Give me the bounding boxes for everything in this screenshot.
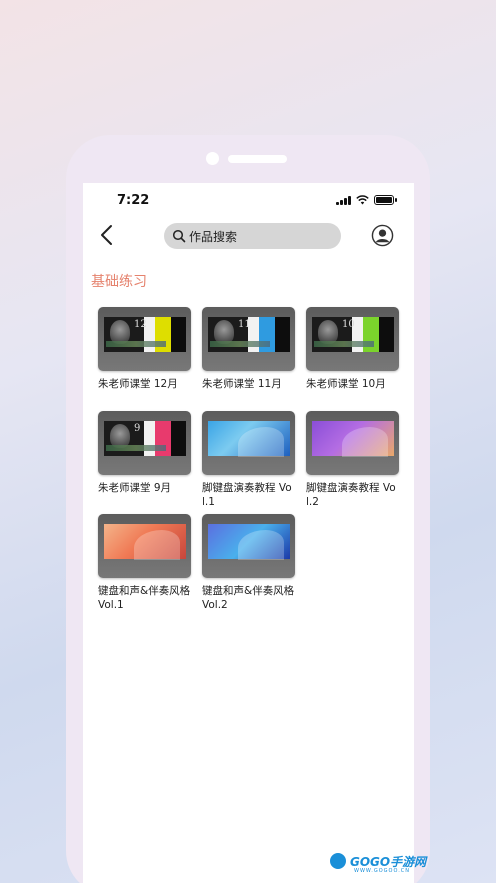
course-title: 朱老师课堂 9月 [98, 482, 172, 494]
watermark-logo: GOGO手游网 WWW.GOGOO.CN [328, 851, 427, 874]
course-title: 键盘和声&伴奏风格 Vol.2 [202, 585, 295, 611]
search-placeholder: 作品搜索 [189, 229, 238, 244]
course-card[interactable]: 脚键盘演奏教程 Vol.1 [202, 411, 296, 509]
course-title: 朱老师课堂 11月 [202, 378, 282, 390]
course-title: 朱老师课堂 10月 [306, 378, 386, 390]
search-icon [172, 229, 186, 243]
status-icons [336, 195, 397, 205]
course-card[interactable]: 脚键盘演奏教程 Vol.2 [306, 411, 400, 509]
course-cover [98, 514, 191, 578]
month-label: 9 [134, 423, 141, 434]
course-title: 朱老师课堂 12月 [98, 378, 178, 390]
month-label: 11 [238, 319, 251, 330]
course-cover [306, 411, 399, 475]
course-card[interactable]: 11 朱老师课堂 11月 [202, 307, 296, 391]
gogo-logo-icon [328, 851, 348, 871]
month-label: 12 [134, 319, 147, 330]
course-cover [202, 411, 295, 475]
course-cover: 11 [202, 307, 295, 371]
battery-icon [374, 195, 397, 205]
course-card[interactable]: 9 朱老师课堂 9月 [98, 411, 192, 495]
wifi-icon [356, 195, 369, 205]
watermark-text: GOGO手游网 [350, 854, 427, 869]
watermark-url: WWW.GOGOO.CN [354, 868, 411, 874]
course-card[interactable]: 10 朱老师课堂 10月 [306, 307, 400, 391]
month-label: 10 [342, 319, 355, 330]
speaker-bar [228, 155, 287, 163]
camera-dot [206, 152, 219, 165]
course-title: 脚键盘演奏教程 Vol.2 [306, 482, 396, 508]
course-cover: 12 [98, 307, 191, 371]
course-cover [202, 514, 295, 578]
course-title: 键盘和声&伴奏风格 Vol.1 [98, 585, 191, 611]
course-card[interactable]: 键盘和声&伴奏风格 Vol.1 [98, 514, 192, 612]
signal-icon [336, 196, 351, 205]
status-time: 7:22 [117, 193, 150, 208]
course-card[interactable]: 12 朱老师课堂 12月 [98, 307, 192, 391]
section-title: 基础练习 [91, 274, 147, 290]
search-input[interactable]: 作品搜索 [164, 223, 341, 249]
course-cover: 9 [98, 411, 191, 475]
course-cover: 10 [306, 307, 399, 371]
app-screen: 7:22 作品搜索 基础练习 12 朱老师课堂 12月 11 朱老师课堂 11月… [83, 183, 414, 883]
course-title: 脚键盘演奏教程 Vol.1 [202, 482, 292, 508]
back-button[interactable] [97, 223, 117, 247]
course-card[interactable]: 键盘和声&伴奏风格 Vol.2 [202, 514, 296, 612]
profile-icon[interactable] [371, 224, 394, 247]
